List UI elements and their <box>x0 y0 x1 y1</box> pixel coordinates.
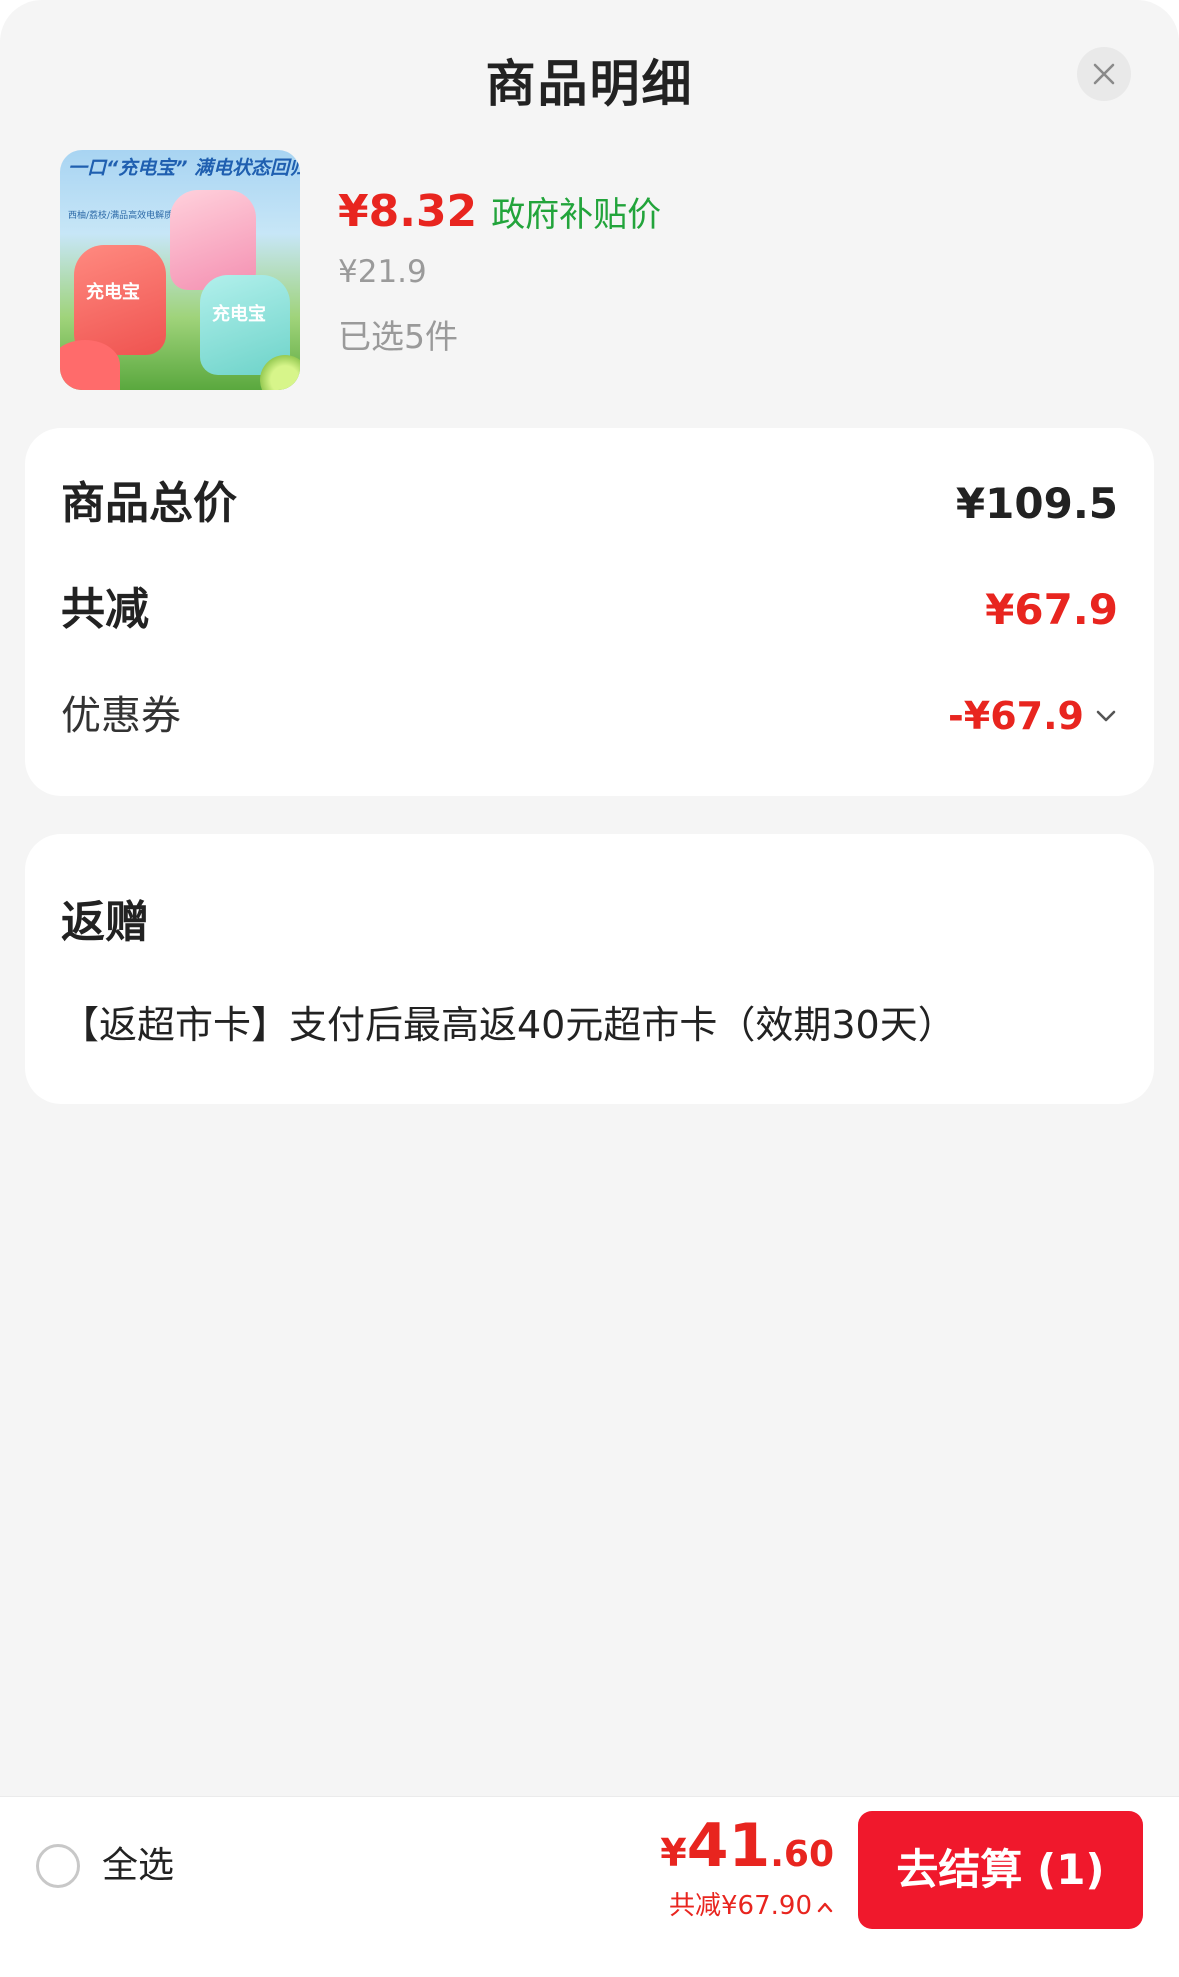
total-reduce-label: 共减 <box>61 584 149 635</box>
pouch-label: 充电宝 <box>212 304 266 325</box>
payable-decimal: .60 <box>770 1834 834 1875</box>
footer-safe-area <box>0 1940 1179 1977</box>
close-button[interactable] <box>1077 47 1131 101</box>
subsidy-price-label: 政府补贴价 <box>491 195 662 235</box>
gift-title: 返赠 <box>61 897 149 948</box>
close-icon <box>1093 63 1115 85</box>
selected-count: 已选5件 <box>338 317 458 356</box>
watermelon-decoration <box>60 340 120 390</box>
select-all-label: 全选 <box>102 1845 175 1886</box>
product-detail-sheet: 商品明细 一口“充电宝” 满电状态回归 西柚/荔枝/满品高效电解质水 充电宝 充… <box>0 0 1179 1977</box>
total-price-label: 商品总价 <box>61 478 237 529</box>
total-price-row: 商品总价 ¥109.5 <box>61 474 1118 534</box>
payable-reduce-toggle[interactable]: 共减¥67.90 <box>669 1885 834 1922</box>
total-reduce-row: 共减 ¥67.9 <box>61 580 1118 640</box>
pouch-label: 充电宝 <box>86 282 140 303</box>
payable-reduce-text: 共减¥67.90 <box>669 1891 812 1921</box>
gift-description: 【返超市卡】支付后最高返40元超市卡（效期30天） <box>61 1003 956 1047</box>
chevron-down-icon[interactable] <box>1094 704 1118 728</box>
price-summary-card: 商品总价 ¥109.5 共减 ¥67.9 优惠券 -¥67.9 <box>25 428 1154 796</box>
coupon-label: 优惠券 <box>61 693 181 739</box>
subsidy-price: ¥8.32 <box>338 186 478 237</box>
coupon-value: -¥67.9 <box>948 694 1084 738</box>
payable-integer: 41 <box>686 1811 771 1881</box>
product-image-subtitle: 西柚/荔枝/满品高效电解质水 <box>68 211 183 221</box>
original-price: ¥21.9 <box>338 254 427 290</box>
payable-currency: ¥ <box>660 1831 687 1875</box>
payable-total: ¥41.60 <box>660 1811 834 1881</box>
page-title: 商品明细 <box>485 55 694 113</box>
checkout-bar: 全选 ¥41.60 共减¥67.90 去结算 (1) <box>0 1796 1179 1941</box>
price-row: ¥8.32 政府补贴价 <box>338 186 661 237</box>
total-reduce-value: ¥67.9 <box>985 585 1118 634</box>
total-price-value: ¥109.5 <box>955 479 1118 528</box>
sheet-header: 商品明细 <box>0 0 1179 140</box>
checkout-button[interactable]: 去结算 (1) <box>858 1811 1143 1929</box>
coupon-row[interactable]: 优惠券 -¥67.9 <box>61 686 1118 746</box>
select-all-radio[interactable] <box>36 1844 80 1888</box>
gift-card: 返赠 【返超市卡】支付后最高返40元超市卡（效期30天） <box>25 834 1154 1104</box>
product-image-banner: 一口“充电宝” 满电状态回归 <box>68 157 300 179</box>
product-item[interactable]: 一口“充电宝” 满电状态回归 西柚/荔枝/满品高效电解质水 充电宝 充电宝 ¥8… <box>60 150 1120 390</box>
product-image[interactable]: 一口“充电宝” 满电状态回归 西柚/荔枝/满品高效电解质水 充电宝 充电宝 <box>60 150 300 390</box>
chevron-up-icon <box>817 1902 833 1913</box>
